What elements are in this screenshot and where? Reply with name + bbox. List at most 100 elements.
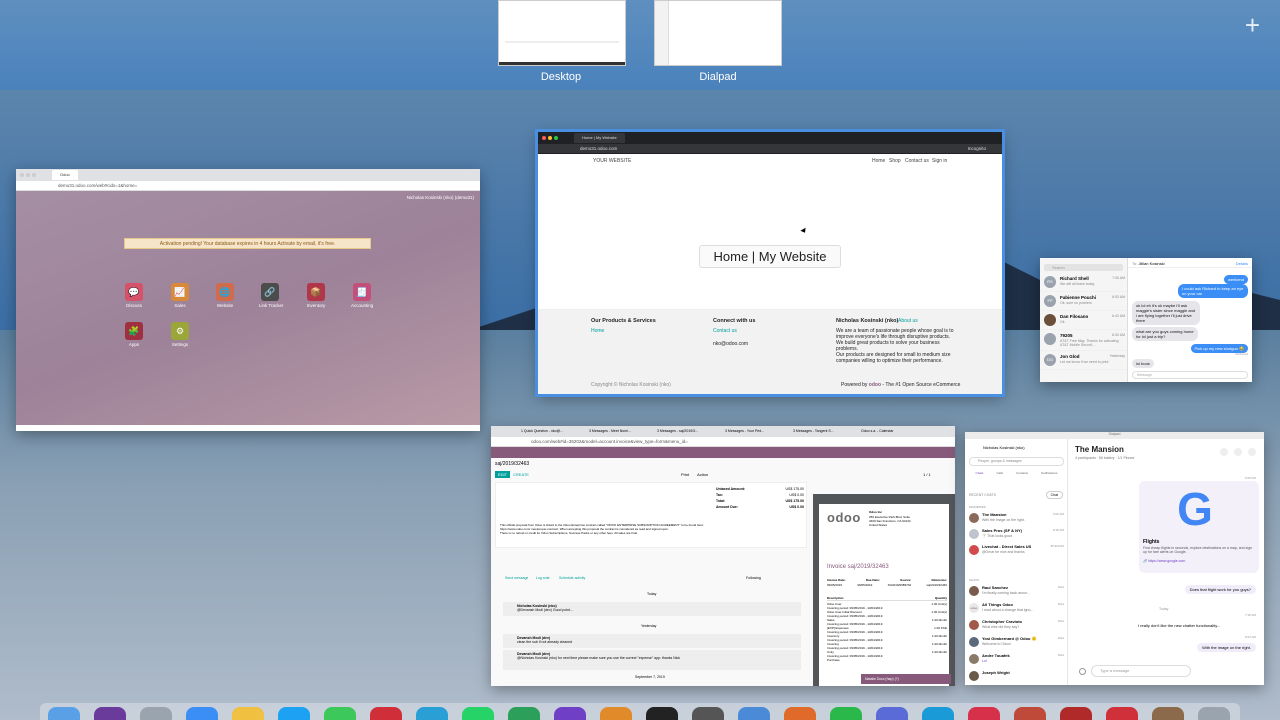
chat-window-chip[interactable]: Natalie Dora (hap) (?) bbox=[861, 674, 951, 684]
window-minimize-icon[interactable] bbox=[548, 136, 552, 140]
app-icon[interactable] bbox=[922, 707, 954, 720]
chat-item[interactable]: Andre Touafek Wed Lol bbox=[965, 652, 1068, 669]
app-link-tracker[interactable]: 🔗 Link Tracker bbox=[259, 283, 284, 308]
window-close-icon[interactable] bbox=[20, 173, 24, 177]
browser-tab[interactable]: Odoo bbox=[52, 170, 78, 180]
window-zoom-icon[interactable] bbox=[32, 173, 36, 177]
app-icon[interactable] bbox=[1060, 707, 1092, 720]
window-invoice[interactable]: 1 Quick Question - nko@... 3 Messages - … bbox=[491, 426, 955, 686]
pager[interactable]: 1 / 1 bbox=[923, 472, 931, 477]
nav-home[interactable]: Home bbox=[872, 158, 885, 164]
trash-icon[interactable] bbox=[1198, 707, 1230, 720]
whatsapp-icon[interactable] bbox=[462, 707, 494, 720]
app-icon[interactable] bbox=[830, 707, 862, 720]
log-note-button[interactable]: Log note bbox=[536, 576, 550, 580]
send-message-button[interactable]: Send message bbox=[505, 576, 528, 580]
app-icon[interactable] bbox=[600, 707, 632, 720]
footer-email[interactable]: nko@odoo.com bbox=[713, 341, 748, 347]
details-link[interactable]: Details bbox=[1236, 261, 1248, 266]
imessage-input[interactable]: iMessage bbox=[1132, 371, 1248, 379]
nav-calls[interactable]: Calls bbox=[996, 471, 1003, 475]
safari-icon[interactable] bbox=[186, 707, 218, 720]
nav-contact[interactable]: Contact us bbox=[905, 158, 929, 164]
app-icon[interactable] bbox=[1106, 707, 1138, 720]
launchpad-icon[interactable] bbox=[140, 707, 172, 720]
browser-tab[interactable]: 3 Messages - Your Ped... bbox=[725, 429, 764, 433]
app-icon[interactable] bbox=[968, 707, 1000, 720]
app-icon[interactable] bbox=[508, 707, 540, 720]
app-icon[interactable] bbox=[738, 707, 770, 720]
app-icon[interactable] bbox=[1152, 707, 1184, 720]
window-messages[interactable]: Search RS Richard Shell 7:06 AM We will all… bbox=[1040, 258, 1252, 382]
app-inventory[interactable]: 📦 Inventory bbox=[305, 283, 327, 308]
app-settings[interactable]: ⚙ Settings bbox=[169, 322, 191, 347]
browser-tab[interactable]: 3 Messages - Tangent S... bbox=[793, 429, 834, 433]
create-button[interactable]: CREATE bbox=[513, 472, 529, 477]
app-icon[interactable] bbox=[876, 707, 908, 720]
following-button[interactable]: Following bbox=[746, 576, 761, 580]
message-input[interactable]: Type a message bbox=[1091, 665, 1191, 677]
conversation-item[interactable]: FP Fabienne Pouchi 6:53 AM Ok, sure no prob… bbox=[1040, 292, 1127, 311]
app-icon[interactable] bbox=[784, 707, 816, 720]
chrome-icon[interactable] bbox=[232, 707, 264, 720]
app-website[interactable]: 🌐 Website bbox=[214, 283, 236, 308]
window-close-icon[interactable] bbox=[542, 136, 546, 140]
website-logo[interactable]: YOUR WEBSITE bbox=[593, 158, 631, 164]
twitter-icon[interactable] bbox=[278, 707, 310, 720]
space-thumbnail-dialpad[interactable] bbox=[654, 0, 782, 66]
link-preview-card[interactable]: G Flights Find cheap flights in seconds,… bbox=[1139, 481, 1259, 573]
browser-tab[interactable]: Home | My Website bbox=[574, 133, 625, 143]
dialpad-icon[interactable] bbox=[554, 707, 586, 720]
chat-item[interactable]: Joseph Wright bbox=[965, 669, 1068, 681]
window-website[interactable]: Home | My Website demo31.odoo.com Incogn… bbox=[535, 129, 1005, 397]
chat-item[interactable]: The Mansion 9:06 AM With the image on the … bbox=[965, 511, 1068, 527]
finder-icon[interactable] bbox=[48, 707, 80, 720]
nav-contacts[interactable]: Contacts bbox=[1016, 471, 1028, 475]
footer-about-link[interactable]: About us bbox=[898, 318, 918, 324]
address-bar[interactable]: demo31.odoo.com/web#cids=1&home= bbox=[16, 181, 480, 191]
window-minimize-icon[interactable] bbox=[26, 173, 30, 177]
app-accounting[interactable]: 🧾 Accounting bbox=[351, 283, 373, 308]
schedule-activity-button[interactable]: Schedule activity bbox=[559, 576, 585, 580]
space-thumbnail-desktop[interactable] bbox=[498, 0, 626, 66]
browser-tab[interactable]: Odoo s.a. - Calendar bbox=[861, 429, 894, 433]
footer-home-link[interactable]: Home bbox=[591, 328, 604, 334]
app-icon[interactable] bbox=[94, 707, 126, 720]
chat-item[interactable]: Livechat - Direct Sales US 8/19/2019 @Omar… bbox=[965, 543, 1068, 559]
app-apps[interactable]: 🧩 Apps bbox=[123, 322, 145, 347]
browser-tab[interactable]: 3 Messages - Meet Nomi... bbox=[589, 429, 631, 433]
window-zoom-icon[interactable] bbox=[554, 136, 558, 140]
conversation-item[interactable]: DG Jon Glod Yesterday Let me know if we nee… bbox=[1040, 351, 1127, 370]
nav-chats[interactable]: Chats bbox=[976, 471, 984, 475]
breadcrumb[interactable]: saj/2019/32463 bbox=[495, 461, 529, 467]
address-bar[interactable]: demo31.odoo.com Incognito bbox=[538, 144, 1002, 154]
search-input[interactable]: Search bbox=[1044, 264, 1123, 271]
address-bar[interactable]: odoo.com/web#id=36202&model=account.invo… bbox=[491, 437, 955, 447]
app-icon[interactable] bbox=[692, 707, 724, 720]
app-discuss[interactable]: 💬 Discuss bbox=[123, 283, 145, 308]
search-input[interactable]: People, groups & messages bbox=[969, 457, 1064, 466]
app-sales[interactable]: 📈 Sales bbox=[169, 283, 191, 308]
add-person-icon[interactable] bbox=[1248, 448, 1256, 456]
app-icon[interactable] bbox=[1014, 707, 1046, 720]
new-chat-button[interactable]: Chat bbox=[1045, 491, 1063, 499]
window-dialpad[interactable]: Dialpad Nicholas Kosinski (nko) People, … bbox=[965, 432, 1264, 685]
chat-item[interactable]: Yosi Gimbernard @ Odoo 🙂 Wed Welcome to Od… bbox=[965, 635, 1068, 652]
print-menu[interactable]: Print bbox=[681, 472, 689, 477]
messages-icon[interactable] bbox=[324, 707, 356, 720]
phone-icon[interactable] bbox=[1234, 448, 1242, 456]
pdf-viewer[interactable]: odoo Odoo Inc 250 Executive Park Blvd, S… bbox=[813, 494, 955, 686]
nav-notifications[interactable]: Notifications bbox=[1041, 471, 1057, 475]
app-icon[interactable] bbox=[370, 707, 402, 720]
chat-item[interactable]: odoo All Things Odoo Wed I read about a cha… bbox=[965, 601, 1068, 618]
nav-shop[interactable]: Shop bbox=[889, 158, 901, 164]
user-menu[interactable]: Nicholas Kosinski (nko) (demo31) bbox=[407, 195, 474, 200]
edit-button[interactable]: EDIT bbox=[495, 471, 511, 478]
chat-item[interactable]: Raul Sanchez Wed I'm finally coming back a… bbox=[965, 584, 1068, 601]
conversation-item[interactable]: Dan Filosano 6:42 AM Ok bbox=[1040, 311, 1127, 330]
action-menu[interactable]: Action bbox=[697, 472, 708, 477]
chat-item[interactable]: Christopher Cravioto Wed What else did the… bbox=[965, 618, 1068, 635]
chat-item[interactable]: Sales Pros (SF & NY) 8:38 AM 🍸 That looks … bbox=[965, 527, 1068, 543]
app-icon[interactable] bbox=[646, 707, 678, 720]
nav-signin[interactable]: Sign in bbox=[932, 158, 947, 164]
